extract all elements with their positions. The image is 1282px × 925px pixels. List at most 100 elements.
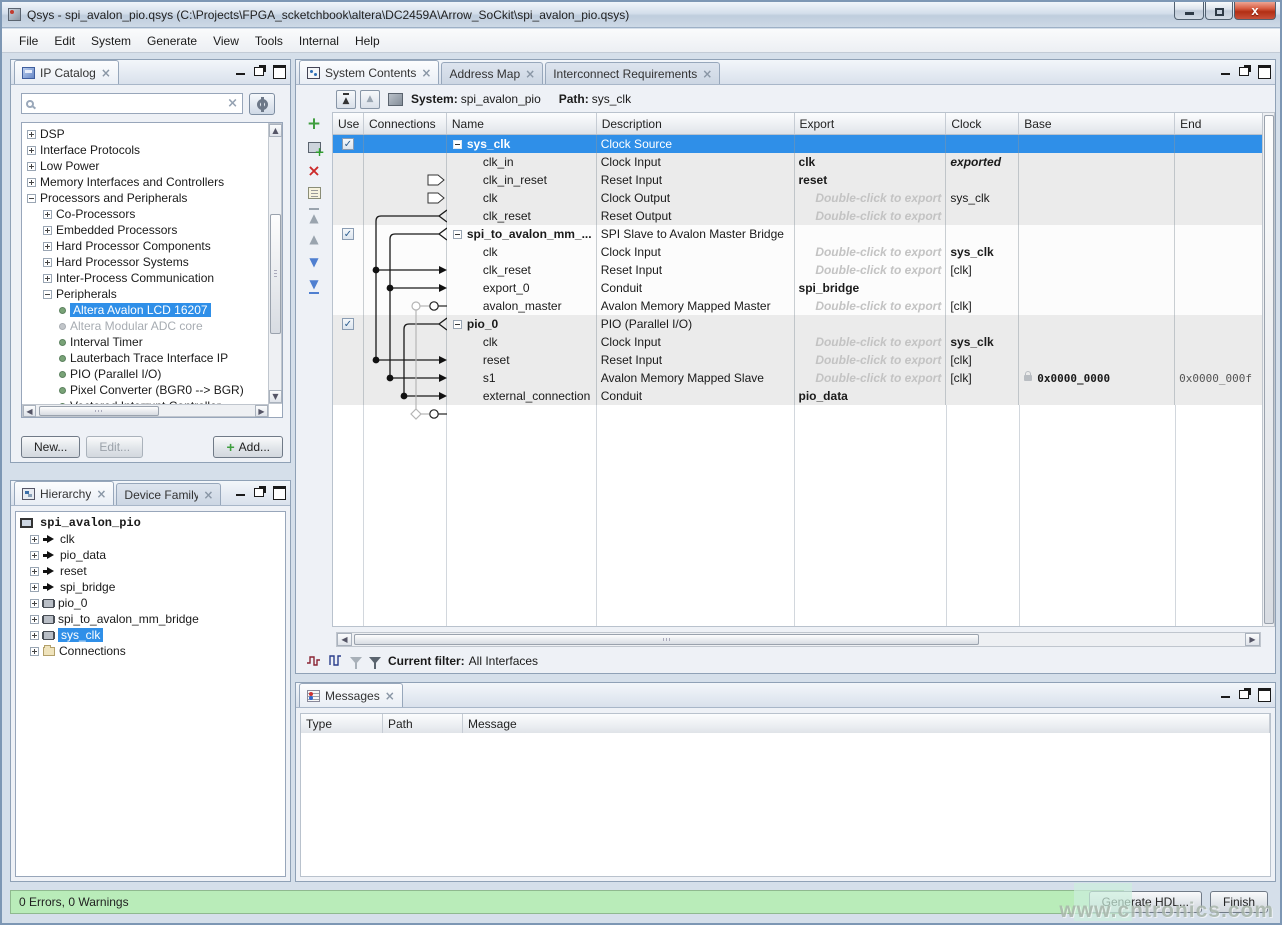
clear-search-icon[interactable]: × xyxy=(227,96,238,111)
expand-plus-icon[interactable] xyxy=(27,146,36,155)
expand-plus-icon[interactable] xyxy=(27,162,36,171)
panel-float-icon[interactable] xyxy=(254,65,266,76)
export-cell[interactable] xyxy=(795,135,947,153)
table-row[interactable]: clkClock OutputDouble-click to exportsys… xyxy=(333,189,1266,207)
column-header-end[interactable]: End xyxy=(1175,113,1266,134)
tree-item[interactable]: Pixel Converter (BGR0 --> BGR) xyxy=(27,382,282,398)
column-header-type[interactable]: Type xyxy=(301,714,383,733)
tree-item[interactable]: Processors and Peripherals xyxy=(27,190,282,206)
table-row[interactable]: external_connectionConduitpio_data xyxy=(333,387,1266,405)
tab-interconnect-requirements[interactable]: Interconnect Requirements× xyxy=(545,62,720,84)
expand-plus-icon[interactable] xyxy=(30,535,39,544)
add-system-icon[interactable] xyxy=(304,138,324,156)
clock-cell[interactable] xyxy=(946,207,1019,225)
panel-minimize-icon[interactable] xyxy=(1220,688,1232,699)
expand-plus-icon[interactable] xyxy=(30,631,39,640)
table-row[interactable]: resetReset InputDouble-click to export[c… xyxy=(333,351,1266,369)
column-header-connections[interactable]: Connections xyxy=(364,113,447,134)
column-header-clock[interactable]: Clock xyxy=(946,113,1019,134)
column-header-name[interactable]: Name xyxy=(447,113,597,134)
panel-float-icon[interactable] xyxy=(1239,65,1251,76)
tree-item[interactable]: clk xyxy=(20,531,285,547)
expand-plus-icon[interactable] xyxy=(27,130,36,139)
scroll-thumb[interactable] xyxy=(270,214,281,334)
hierarchy-root[interactable]: spi_avalon_pio xyxy=(20,515,285,531)
export-cell[interactable]: Double-click to export xyxy=(795,351,947,369)
expand-plus-icon[interactable] xyxy=(43,210,52,219)
export-cell[interactable] xyxy=(795,225,947,243)
scroll-thumb[interactable] xyxy=(39,406,159,416)
menu-generate[interactable]: Generate xyxy=(140,31,204,51)
close-tab-icon[interactable]: × xyxy=(385,689,395,703)
name-cell[interactable]: sys_clk xyxy=(447,135,597,153)
column-header-description[interactable]: Description xyxy=(597,113,795,134)
base-cell[interactable] xyxy=(1019,261,1175,279)
export-cell[interactable]: Double-click to export xyxy=(795,243,947,261)
base-cell[interactable] xyxy=(1019,171,1175,189)
maximize-button[interactable] xyxy=(1205,1,1233,20)
panel-minimize-icon[interactable] xyxy=(235,65,247,76)
export-cell[interactable]: reset xyxy=(795,171,947,189)
panel-minimize-icon[interactable] xyxy=(1220,65,1232,76)
remove-component-icon[interactable]: × xyxy=(304,161,324,179)
close-tab-icon[interactable]: × xyxy=(101,66,111,80)
tab-system-contents[interactable]: System Contents× xyxy=(299,60,439,84)
close-tab-icon[interactable]: × xyxy=(702,67,712,81)
name-cell[interactable]: clk_reset xyxy=(447,207,597,225)
base-cell[interactable] xyxy=(1019,207,1175,225)
collapse-all-button[interactable]: ▲ xyxy=(336,90,356,109)
collapse-minus-icon[interactable] xyxy=(43,290,52,299)
minimize-button[interactable] xyxy=(1174,1,1204,20)
clock-cell[interactable]: [clk] xyxy=(946,297,1019,315)
menu-system[interactable]: System xyxy=(84,31,138,51)
clock-cell[interactable] xyxy=(946,225,1019,243)
connections-cell[interactable] xyxy=(364,207,447,225)
panel-float-icon[interactable] xyxy=(1239,688,1251,699)
expand-plus-icon[interactable] xyxy=(43,274,52,283)
tree-item[interactable]: Altera Modular ADC core xyxy=(27,318,282,334)
export-cell[interactable]: pio_data xyxy=(795,387,947,405)
expand-plus-icon[interactable] xyxy=(30,583,39,592)
tree-item[interactable]: Hard Processor Systems xyxy=(27,254,282,270)
table-row[interactable]: clkClock InputDouble-click to exportsys_… xyxy=(333,243,1266,261)
export-cell[interactable]: Double-click to export xyxy=(795,207,947,225)
expand-plus-icon[interactable] xyxy=(30,551,39,560)
base-cell[interactable] xyxy=(1019,225,1175,243)
menu-view[interactable]: View xyxy=(206,31,246,51)
export-cell[interactable]: Double-click to export xyxy=(795,261,947,279)
table-row[interactable]: ✓sys_clkClock Source xyxy=(333,135,1266,153)
tab-ip-catalog[interactable]: IP Catalog × xyxy=(14,60,119,84)
table-row[interactable]: clkClock InputDouble-click to exportsys_… xyxy=(333,333,1266,351)
menu-edit[interactable]: Edit xyxy=(47,31,82,51)
table-vscrollbar[interactable] xyxy=(1262,112,1275,627)
tree-item[interactable]: Peripherals xyxy=(27,286,282,302)
export-cell[interactable]: Double-click to export xyxy=(795,333,947,351)
connections-cell[interactable] xyxy=(364,261,447,279)
expand-plus-icon[interactable] xyxy=(43,226,52,235)
use-cell[interactable]: ✓ xyxy=(333,315,364,333)
menu-internal[interactable]: Internal xyxy=(292,31,346,51)
tab-device-family[interactable]: Device Family× xyxy=(116,483,221,505)
base-cell[interactable]: 0x0000_0000 xyxy=(1019,369,1175,387)
expand-plus-icon[interactable] xyxy=(30,615,39,624)
export-cell[interactable]: Double-click to export xyxy=(795,189,947,207)
base-cell[interactable] xyxy=(1019,243,1175,261)
base-cell[interactable] xyxy=(1019,315,1175,333)
connections-cell[interactable] xyxy=(364,297,447,315)
edit-button[interactable]: Edit... xyxy=(86,436,143,458)
analog-waveform-icon[interactable] xyxy=(328,654,343,667)
edit-component-icon[interactable] xyxy=(304,184,324,202)
base-cell[interactable] xyxy=(1019,297,1175,315)
use-cell[interactable]: ✓ xyxy=(333,135,364,153)
column-header-path[interactable]: Path xyxy=(383,714,463,733)
scroll-right-icon[interactable]: ▶ xyxy=(1245,633,1260,646)
name-cell[interactable]: clk xyxy=(447,333,597,351)
panel-minimize-icon[interactable] xyxy=(235,486,247,497)
panel-maximize-icon[interactable] xyxy=(273,65,285,76)
export-cell[interactable] xyxy=(795,315,947,333)
expand-plus-icon[interactable] xyxy=(43,242,52,251)
name-cell[interactable]: clk_in_reset xyxy=(447,171,597,189)
clock-cell[interactable]: sys_clk xyxy=(946,243,1019,261)
new-button[interactable]: New... xyxy=(21,436,80,458)
tree-item[interactable]: Memory Interfaces and Controllers xyxy=(27,174,282,190)
